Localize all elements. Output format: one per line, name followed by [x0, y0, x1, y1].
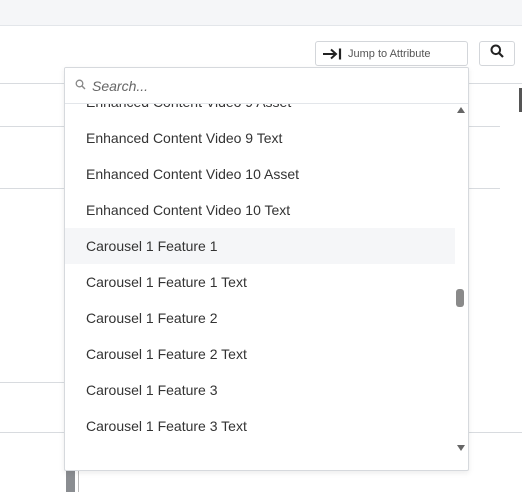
- list-item[interactable]: Carousel 1 Feature 2 Text: [65, 336, 455, 372]
- divider: [469, 188, 500, 189]
- list-item[interactable]: Carousel 1 Feature 3: [65, 372, 455, 408]
- list-item[interactable]: Carousel 1 Feature 2: [65, 300, 455, 336]
- divider: [0, 432, 64, 433]
- search-button[interactable]: [479, 41, 515, 66]
- option-list: Enhanced Content Video 9 Asset Enhanced …: [65, 104, 455, 470]
- divider: [0, 188, 64, 189]
- scrollbar-fragment: [66, 471, 75, 492]
- list-item[interactable]: Enhanced Content Video 10 Text: [65, 192, 455, 228]
- list-item[interactable]: Carousel 1 Feature 1: [65, 228, 455, 264]
- scroll-up-arrow-icon[interactable]: [456, 106, 466, 114]
- divider: [469, 126, 500, 127]
- jump-to-attribute-label: Jump to Attribute: [348, 47, 431, 60]
- search-icon: [490, 44, 504, 63]
- scrollbar-thumb[interactable]: [456, 289, 464, 307]
- list-item[interactable]: Enhanced Content Video 10 Asset: [65, 156, 455, 192]
- jump-to-attribute-button[interactable]: Jump to Attribute: [315, 41, 468, 66]
- list-item[interactable]: [65, 444, 455, 470]
- attribute-dropdown[interactable]: Enhanced Content Video 9 Asset Enhanced …: [64, 67, 469, 471]
- top-bar: [0, 0, 522, 26]
- divider: [78, 471, 79, 492]
- divider: [0, 382, 64, 383]
- divider: [469, 432, 522, 433]
- divider: [0, 126, 64, 127]
- search-icon: [75, 77, 86, 95]
- list-item[interactable]: Enhanced Content Video 9 Asset: [65, 104, 455, 120]
- dropdown-search: [65, 68, 468, 104]
- list-item[interactable]: Enhanced Content Video 9 Text: [65, 120, 455, 156]
- search-input[interactable]: [92, 77, 422, 94]
- option-list-viewport: Enhanced Content Video 9 Asset Enhanced …: [65, 104, 455, 470]
- arrow-to-bar-icon: [322, 48, 342, 60]
- scroll-down-arrow-icon[interactable]: [456, 444, 466, 452]
- list-item[interactable]: Carousel 1 Feature 1 Text: [65, 264, 455, 300]
- list-item[interactable]: Carousel 1 Feature 3 Text: [65, 408, 455, 444]
